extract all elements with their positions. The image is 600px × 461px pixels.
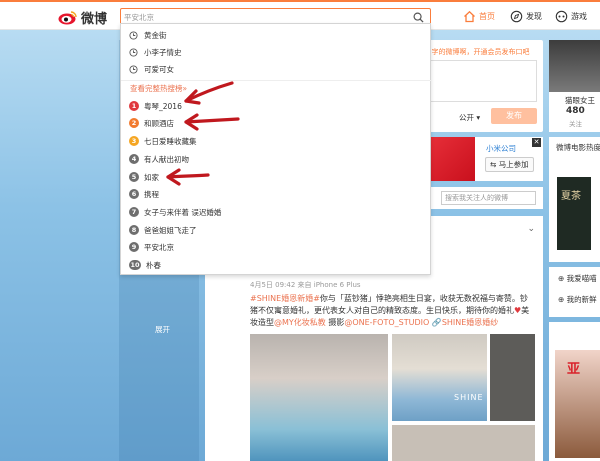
gamepad-icon xyxy=(555,10,568,23)
clock-icon xyxy=(129,30,138,40)
right-post-title: 亚 xyxy=(567,362,581,377)
chevron-down-icon[interactable]: ⌄ xyxy=(527,224,535,234)
hot-label: 粤琴_2016 xyxy=(144,101,182,111)
feed-meta: 4月5日 09:42 来自 iPhone 6 Plus xyxy=(250,281,361,289)
history-item[interactable]: 黄金街 xyxy=(129,28,167,42)
history-item[interactable]: 小李子情史 xyxy=(129,45,182,59)
feed-photo[interactable] xyxy=(250,334,388,461)
profile-name[interactable]: 猫眼女王 xyxy=(565,95,595,106)
right-list: ⊕ 我爱喵喵 ⊕ 我的新鲜 xyxy=(549,267,600,317)
hot-item[interactable]: 2 和顾酒店 xyxy=(129,116,174,130)
link-icon: 🔗 xyxy=(431,318,442,327)
history-item[interactable]: 可爱可女 xyxy=(129,62,174,76)
expand-button[interactable]: 展开 xyxy=(155,324,170,335)
nav-game[interactable]: 游戏 xyxy=(555,10,587,23)
rank-badge: 1 xyxy=(129,101,139,111)
weibo-eye-icon xyxy=(58,11,77,25)
web-link[interactable]: SHINE婚恩婚纱 xyxy=(442,318,499,327)
clock-icon xyxy=(129,47,138,57)
hot-label: 和顾酒店 xyxy=(144,118,174,128)
hot-item[interactable]: 6 携程 xyxy=(129,187,159,201)
ad-brand[interactable]: 小米公司 xyxy=(486,143,516,154)
hot-item[interactable]: 1 粤琴_2016 xyxy=(129,99,182,113)
weibo-logo[interactable]: 微博 xyxy=(58,7,107,27)
profile-card: 猫眼女王 480 关注 xyxy=(549,40,600,132)
right-column: 猫眼女王 480 关注 微博电影热度 夏茶 ⊕ 我爱喵喵 ⊕ 我的新鲜 亚 xyxy=(549,40,600,461)
hot-label: 女子与来伴着 误迟婚婚 xyxy=(144,207,222,217)
divider xyxy=(121,80,432,81)
compose-hint[interactable]: 0字的微博啊，开通会员发布口吧 xyxy=(427,47,529,57)
post-button[interactable]: 发布 xyxy=(491,108,537,124)
mention-link[interactable]: @MY化妆私教 xyxy=(274,318,326,327)
follow-count[interactable]: 480 xyxy=(566,106,585,116)
history-label: 小李子情史 xyxy=(144,47,182,57)
rank-badge: 9 xyxy=(129,242,139,252)
hot-item[interactable]: 10 朴春 xyxy=(129,258,161,272)
search-suggestions-dropdown: 黄金街 小李子情史 可爱可女 查看完整热搜榜» 1 粤琴_2016 2 和顾酒店 3… xyxy=(120,23,432,275)
list-item[interactable]: ⊕ 我的新鲜 xyxy=(558,294,597,305)
poster-text: 夏茶 xyxy=(561,191,581,202)
hot-label: 携程 xyxy=(144,189,159,199)
movie-box: 微博电影热度 夏茶 xyxy=(549,137,600,262)
rank-badge: 7 xyxy=(129,207,139,217)
hot-item[interactable]: 8 爸爸姐姐飞走了 xyxy=(129,223,197,237)
close-icon[interactable]: ✕ xyxy=(532,138,541,147)
nav-game-label: 游戏 xyxy=(571,12,587,21)
hot-item[interactable]: 5 如家 xyxy=(129,170,159,184)
feed-photo[interactable] xyxy=(392,334,487,421)
compass-icon xyxy=(510,10,523,23)
feed-body-3: 摄影 xyxy=(325,318,345,327)
ad-join-button[interactable]: ⇆ 马上参加 xyxy=(485,157,534,172)
rank-badge: 2 xyxy=(129,118,139,128)
home-icon xyxy=(464,10,475,23)
topic-tag[interactable]: #SHINE婚恩新婚# xyxy=(250,294,320,303)
follow-label: 关注 xyxy=(569,120,582,128)
mention-link-2[interactable]: @ONE-FOTO_STUDIO xyxy=(344,318,429,327)
clock-icon xyxy=(129,64,138,74)
feed-text: #SHINE婚恩新婚#你与「蓝钞猪」悸艳亮相生日宴，收获无数祝福与寄赞。钞猪不仅… xyxy=(250,293,535,329)
history-label: 可爱可女 xyxy=(144,64,174,74)
photo-watermark: SHINE xyxy=(454,393,484,402)
nav-home[interactable]: 首页 xyxy=(463,10,495,23)
hot-label: 如家 xyxy=(144,172,159,182)
nav-home-label: 首页 xyxy=(479,12,495,21)
nav-discover-label: 发现 xyxy=(526,12,542,21)
rank-badge: 5 xyxy=(129,172,139,182)
list-item[interactable]: ⊕ 我爱喵喵 xyxy=(558,273,597,284)
hot-label: 有人献出初吻 xyxy=(144,154,189,164)
rank-badge: 10 xyxy=(129,260,141,270)
history-label: 黄金街 xyxy=(144,30,167,40)
rank-badge: 6 xyxy=(129,189,139,199)
feed-photo[interactable] xyxy=(490,334,535,421)
search-icon[interactable] xyxy=(413,12,424,23)
hot-item[interactable]: 7 女子与来伴着 误迟婚婚 xyxy=(129,205,221,219)
logo-text: 微博 xyxy=(81,11,108,27)
hot-item[interactable]: 3 七日爱睡收藏集 xyxy=(129,134,197,148)
search-input[interactable] xyxy=(124,10,404,24)
rank-badge: 4 xyxy=(129,154,139,164)
movie-box-title: 微博电影热度 xyxy=(556,143,600,152)
feed-photo[interactable] xyxy=(392,425,535,461)
hot-item[interactable]: 4 有人献出初吻 xyxy=(129,152,189,166)
visibility-select[interactable]: 公开 ▾ xyxy=(459,112,480,123)
rank-badge: 3 xyxy=(129,136,139,146)
follow-search-input[interactable]: 搜索我关注人的微博 xyxy=(441,191,536,205)
hot-item[interactable]: 9 平安北京 xyxy=(129,240,174,254)
profile-cover xyxy=(549,40,600,92)
rank-badge: 8 xyxy=(129,225,139,235)
compose-textarea[interactable] xyxy=(427,60,537,102)
hot-label: 朴春 xyxy=(146,260,161,270)
hot-label: 爸爸姐姐飞走了 xyxy=(144,225,197,235)
hot-label: 七日爱睡收藏集 xyxy=(144,136,197,146)
right-post-card: 亚 xyxy=(549,322,600,461)
ad-image[interactable] xyxy=(425,137,475,181)
nav-discover[interactable]: 发现 xyxy=(510,10,542,23)
more-hot-link[interactable]: 查看完整热搜榜» xyxy=(130,83,187,94)
hot-label: 平安北京 xyxy=(144,242,174,252)
